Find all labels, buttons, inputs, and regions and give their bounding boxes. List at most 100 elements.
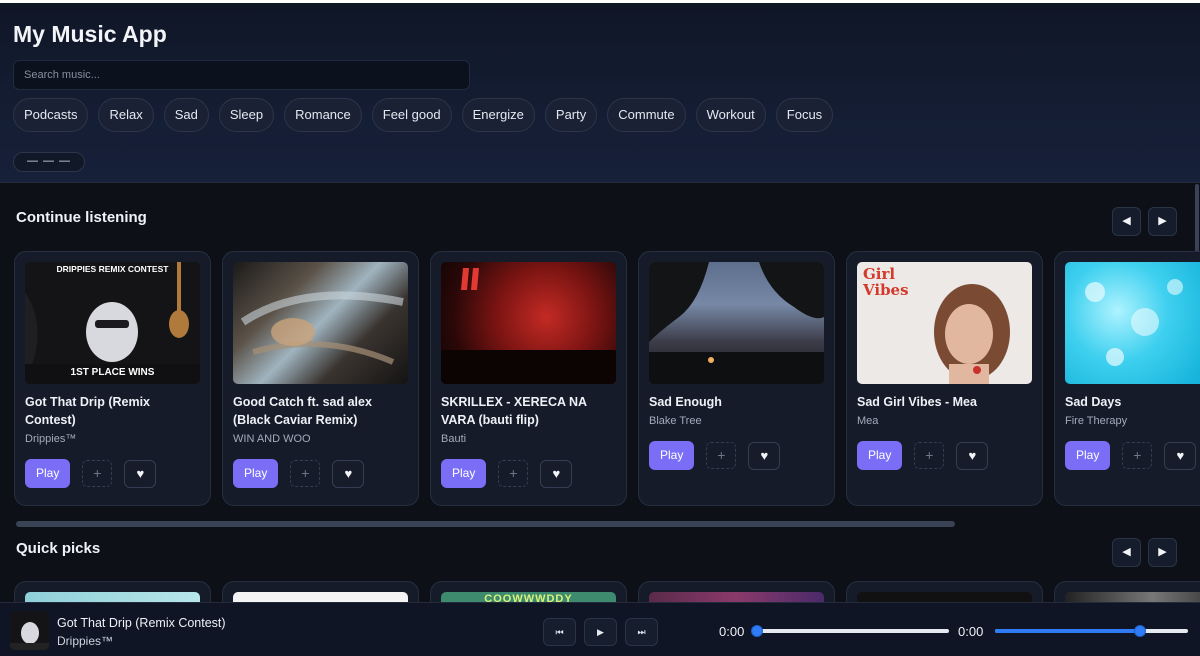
now-playing-title: Got That Drip (Remix Contest): [57, 616, 226, 630]
chip-relax[interactable]: Relax: [98, 98, 154, 132]
track-card[interactable]: Good Catch ft. sad alex (Black Caviar Re…: [222, 251, 419, 506]
chip-sleep[interactable]: Sleep: [218, 98, 275, 132]
album-cover: [649, 262, 824, 384]
add-to-playlist-button[interactable]: +: [498, 460, 529, 487]
album-cover: DRIPPIES REMIX CONTEST 1ST PLACE WINS: [25, 262, 200, 384]
search-input[interactable]: [13, 60, 470, 90]
heart-icon[interactable]: ♥: [540, 459, 573, 488]
main-content: Continue listening ◀ ▶ DRIPPIES REMIX CO…: [0, 184, 1200, 602]
play-button[interactable]: Play: [857, 441, 903, 470]
play-icon[interactable]: ▶: [584, 618, 617, 646]
chip-romance[interactable]: Romance: [284, 98, 362, 132]
card-actions: Play + ♥: [441, 459, 573, 488]
chip-commute[interactable]: Commute: [607, 98, 686, 132]
album-cover: [441, 262, 616, 384]
next-track-icon[interactable]: ⏭: [625, 618, 658, 646]
album-cover: COOWWWDDY: [441, 592, 616, 602]
add-to-playlist-button[interactable]: +: [82, 460, 113, 487]
chip-workout[interactable]: Workout: [695, 98, 766, 132]
album-cover: [857, 592, 1032, 602]
chip-feel-good[interactable]: Feel good: [371, 98, 452, 132]
album-cover: Girl Vibes: [857, 262, 1032, 384]
cover-text: DRIPPIES REMIX CONTEST: [56, 264, 169, 274]
horizontal-scrollbar[interactable]: [16, 521, 955, 527]
track-artist: Fire Therapy: [1065, 415, 1128, 427]
player-bar: Got That Drip (Remix Contest) Drippies™ …: [0, 602, 1200, 656]
add-to-playlist-button[interactable]: +: [706, 442, 737, 469]
track-artist: Mea: [857, 415, 879, 427]
track-artist: Drippies™: [25, 433, 77, 445]
album-cover: [649, 592, 824, 602]
quick-picks-row: COOWWWDDY: [14, 581, 1200, 602]
add-to-playlist-button[interactable]: +: [290, 460, 321, 487]
add-to-playlist-button[interactable]: +: [914, 442, 945, 469]
card-actions: Play + ♥: [233, 459, 365, 488]
track-card[interactable]: Sad Days Fire Therapy Play + ♥: [1054, 251, 1200, 506]
chip-party[interactable]: Party: [544, 98, 598, 132]
volume-fill: [995, 629, 1140, 633]
continue-next-button[interactable]: ▶: [1148, 207, 1177, 236]
card-actions: Play + ♥: [857, 441, 989, 470]
chip-podcasts[interactable]: Podcasts: [13, 98, 89, 132]
volume-slider[interactable]: [995, 625, 1188, 637]
app-header: My Music App Podcasts Relax Sad Sleep Ro…: [0, 0, 1200, 183]
card-actions: Play + ♥: [649, 441, 781, 470]
section-title-quick-picks: Quick picks: [16, 540, 101, 557]
current-time: 0:00: [719, 624, 745, 639]
volume-knob[interactable]: [1133, 625, 1146, 637]
play-button[interactable]: Play: [1065, 441, 1111, 470]
quick-pick-card[interactable]: COOWWWDDY: [430, 581, 627, 602]
quick-pick-card[interactable]: [638, 581, 835, 602]
now-playing-thumbnail: [10, 611, 49, 650]
cover-text: Girl Vibes: [863, 265, 909, 299]
track-artist: WIN AND WOO: [233, 433, 311, 445]
play-button[interactable]: Play: [649, 441, 695, 470]
album-cover: [25, 592, 200, 602]
heart-icon[interactable]: ♥: [748, 441, 781, 470]
track-title: Sad Girl Vibes - Mea: [857, 395, 977, 409]
mini-toggle-button[interactable]: — — —: [13, 152, 85, 172]
quick-pick-card[interactable]: [14, 581, 211, 602]
play-button[interactable]: Play: [25, 459, 71, 488]
quick-pick-card[interactable]: [846, 581, 1043, 602]
app-title: My Music App: [13, 21, 167, 47]
chip-sad[interactable]: Sad: [163, 98, 209, 132]
mood-chips: Podcasts Relax Sad Sleep Romance Feel go…: [13, 98, 834, 132]
play-button[interactable]: Play: [441, 459, 487, 488]
heart-icon[interactable]: ♥: [1164, 441, 1197, 470]
album-cover: [233, 592, 408, 602]
continue-listening-row: DRIPPIES REMIX CONTEST 1ST PLACE WINS Go…: [14, 251, 1200, 506]
progress-slider[interactable]: [751, 625, 949, 637]
duration-time: 0:00: [958, 624, 984, 639]
track-artist: Blake Tree: [649, 415, 702, 427]
card-actions: Play + ♥: [1065, 441, 1197, 470]
quick-picks-next-button[interactable]: ▶: [1148, 538, 1177, 567]
cover-text: COOWWWDDY: [484, 593, 573, 602]
chip-energize[interactable]: Energize: [461, 98, 535, 132]
track-card[interactable]: Girl Vibes Sad Girl Vibes - Mea Mea Play…: [846, 251, 1043, 506]
quick-picks-prev-button[interactable]: ◀: [1112, 538, 1141, 567]
heart-icon[interactable]: ♥: [956, 441, 989, 470]
add-to-playlist-button[interactable]: +: [1122, 442, 1153, 469]
heart-icon[interactable]: ♥: [332, 459, 365, 488]
quick-pick-card[interactable]: [1054, 581, 1200, 602]
track-card[interactable]: DRIPPIES REMIX CONTEST 1ST PLACE WINS Go…: [14, 251, 211, 506]
quick-pick-card[interactable]: [222, 581, 419, 602]
play-button[interactable]: Play: [233, 459, 279, 488]
track-card[interactable]: SKRILLEX - XERECA NA VARA (bauti flip) B…: [430, 251, 627, 506]
track-card[interactable]: Sad Enough Blake Tree Play + ♥: [638, 251, 835, 506]
chip-focus[interactable]: Focus: [775, 98, 834, 132]
continue-prev-button[interactable]: ◀: [1112, 207, 1141, 236]
card-actions: Play + ♥: [25, 459, 157, 488]
heart-icon[interactable]: ♥: [124, 459, 157, 488]
progress-knob[interactable]: [751, 625, 763, 637]
previous-track-icon[interactable]: ⏮: [543, 618, 576, 646]
track-title: Sad Enough: [649, 395, 722, 409]
track-title: Got That Drip (Remix Contest): [25, 395, 151, 427]
album-cover: [233, 262, 408, 384]
track-artist: Bauti: [441, 433, 467, 445]
album-cover: [1065, 592, 1200, 602]
now-playing-artist: Drippies™: [57, 634, 114, 648]
track-title: Good Catch ft. sad alex (Black Caviar Re…: [233, 395, 372, 427]
track-title: Sad Days: [1065, 395, 1122, 409]
